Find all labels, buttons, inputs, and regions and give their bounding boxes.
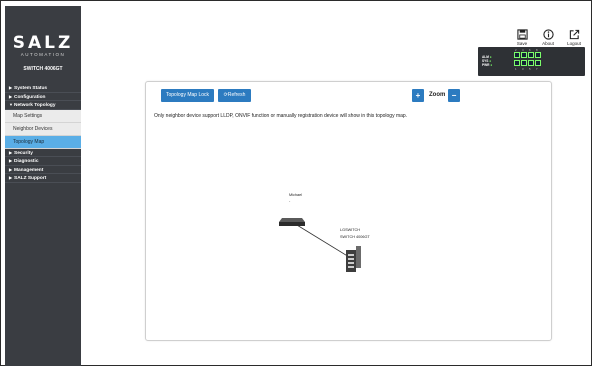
logout-icon [569,29,579,40]
topology-canvas[interactable] [146,82,553,342]
port-5[interactable] [528,60,534,66]
sidebar-item-salz-support[interactable]: ▶ SALZ Support [5,174,81,183]
port-1[interactable] [514,60,520,66]
sidebar-item-management[interactable]: ▶ Management [5,166,81,174]
sidebar-item-label: Configuration [14,94,46,100]
device-model: SWITCH 4006GT [23,66,63,72]
logout-label: Logout [567,41,581,46]
sidebar-item-label: System Status [14,86,48,91]
port-4[interactable] [521,52,527,58]
device-status-panel: ALM ● SYS ● PWR ● 2 4 6 8 1 3 5 7 [478,47,585,76]
sidebar-item-label: SALZ Support [14,176,47,181]
logout-button[interactable]: Logout [566,29,582,46]
device-node-michael[interactable] [279,218,305,226]
sidebar-item-map-settings[interactable]: Map Settings [5,109,81,123]
device-a-name: Michael [289,193,303,197]
save-button[interactable]: Save [514,29,530,46]
port-6[interactable] [528,52,534,58]
about-button[interactable]: About [540,29,556,46]
sidebar-item-label: Network Topology [14,103,56,108]
sidebar-item-security[interactable]: ▶ Security [5,149,81,157]
save-label: Save [516,41,528,46]
sidebar-nav: ▶ System Status ▶ Configuration ▼Network T… [5,84,81,183]
port-number: 3 [522,67,524,71]
save-icon [516,29,528,40]
port-number: 1 [515,67,517,71]
port-8[interactable] [535,52,541,58]
sidebar-item-label: Diagnostic [14,159,39,164]
sidebar-item-network-topology[interactable]: ▼Network Topology [5,101,81,110]
port-3[interactable] [521,60,527,66]
led-pwr: PWR ● [482,63,493,67]
topology-map-card: Topology Map Lock ⟳Refresh + Zoom − Only… [145,81,552,341]
sidebar-item-system-status[interactable]: ▶ System Status [5,84,81,93]
sidebar-item-diagnostic[interactable]: ▶ Diagnostic [5,157,81,166]
device-a-sub: - [289,199,291,203]
sidebar-item-configuration[interactable]: ▶ Configuration [5,93,81,101]
sidebar-item-label: Management [14,167,44,173]
info-icon [542,29,554,40]
port-number: 7 [536,67,538,71]
sidebar-item-topology-map[interactable]: Topology Map [5,135,81,149]
sidebar-item-label: Security [14,150,33,156]
logo: SALZ AUTOMATION SWITCH 4006GT [5,34,81,72]
about-label: About [542,41,554,46]
device-b-model: SWITCH 4006GT [340,235,370,239]
device-b-name: LGSWITCH [340,228,361,232]
top-toolbar: Save About Logout [514,29,582,46]
brand-name: SALZ [12,33,74,53]
sidebar-item-neighbor-devices[interactable]: Neighbor Devices [5,122,81,136]
port-2[interactable] [514,52,520,58]
port-grid: 2 4 6 8 1 3 5 7 [514,48,544,71]
sidebar: SALZ AUTOMATION SWITCH 4006GT ▶ System St… [5,6,81,366]
port-7[interactable] [535,60,541,66]
device-node-lgswitch[interactable] [346,246,361,272]
port-number: 5 [529,67,531,71]
led-legend: ALM ● SYS ● PWR ● [482,55,492,67]
